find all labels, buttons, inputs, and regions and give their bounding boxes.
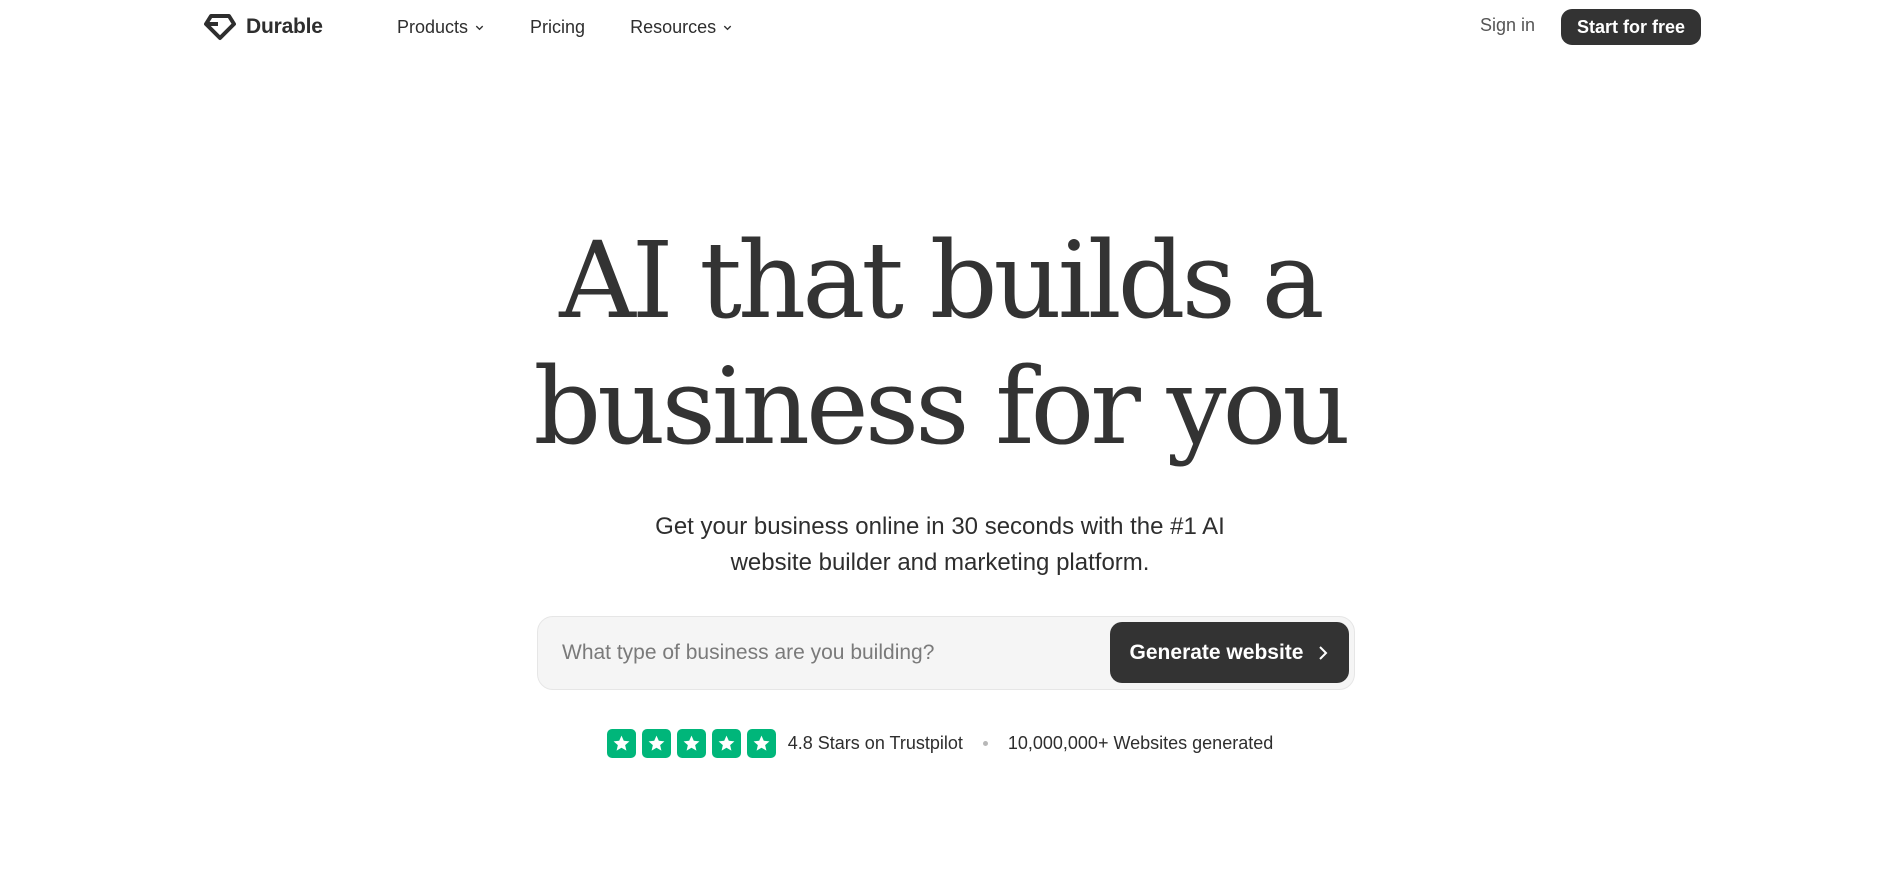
generate-website-label: Generate website <box>1129 640 1304 664</box>
diamond-logo-icon <box>204 13 236 41</box>
generate-website-button[interactable]: Generate website <box>1110 622 1349 683</box>
star-icon <box>641 728 671 758</box>
brand-logo-link[interactable]: Durable <box>204 12 323 42</box>
business-search-box: Generate website <box>537 616 1355 690</box>
chevron-down-icon <box>723 25 732 30</box>
hero-subtitle-line-2: website builder and marketing platform. <box>730 549 1150 576</box>
separator-dot <box>982 740 988 746</box>
nav-item-label: Resources <box>630 16 717 37</box>
trustpilot-rating-text: 4.8 Stars on Trustpilot <box>787 732 963 753</box>
nav-item-label: Pricing <box>530 16 586 37</box>
start-for-free-button[interactable]: Start for free <box>1561 9 1701 45</box>
nav-item-label: Products <box>397 16 469 37</box>
chevron-right-icon <box>1319 645 1328 660</box>
chevron-down-icon <box>475 25 484 30</box>
trustpilot-stars <box>606 728 776 758</box>
nav-links: Products Pricing Resources <box>397 14 778 40</box>
websites-generated-text: 10,000,000+ Websites generated <box>1007 732 1274 753</box>
brand-name: Durable <box>246 15 323 38</box>
hero-title: AI that builds a business for you <box>0 218 1880 470</box>
business-type-input[interactable] <box>562 635 1082 671</box>
hero-title-line-2: business for you <box>533 345 1350 468</box>
nav-item-resources[interactable]: Resources <box>630 17 733 38</box>
nav-item-pricing[interactable]: Pricing <box>530 17 585 38</box>
hero-subtitle-line-1: Get your business online in 30 seconds w… <box>655 513 1225 540</box>
nav-item-products[interactable]: Products <box>397 17 485 38</box>
trust-bar: 4.8 Stars on Trustpilot 10,000,000+ Webs… <box>0 728 1880 758</box>
hero-title-line-1: AI that builds a <box>559 219 1325 342</box>
star-icon <box>606 728 636 758</box>
star-icon <box>746 728 776 758</box>
sign-in-link[interactable]: Sign in <box>1480 15 1535 36</box>
star-icon <box>676 728 706 758</box>
top-navigation: Durable Products Pricing Resources Sign … <box>0 0 1880 54</box>
hero-subtitle: Get your business online in 30 seconds w… <box>0 509 1880 581</box>
star-icon <box>711 728 741 758</box>
